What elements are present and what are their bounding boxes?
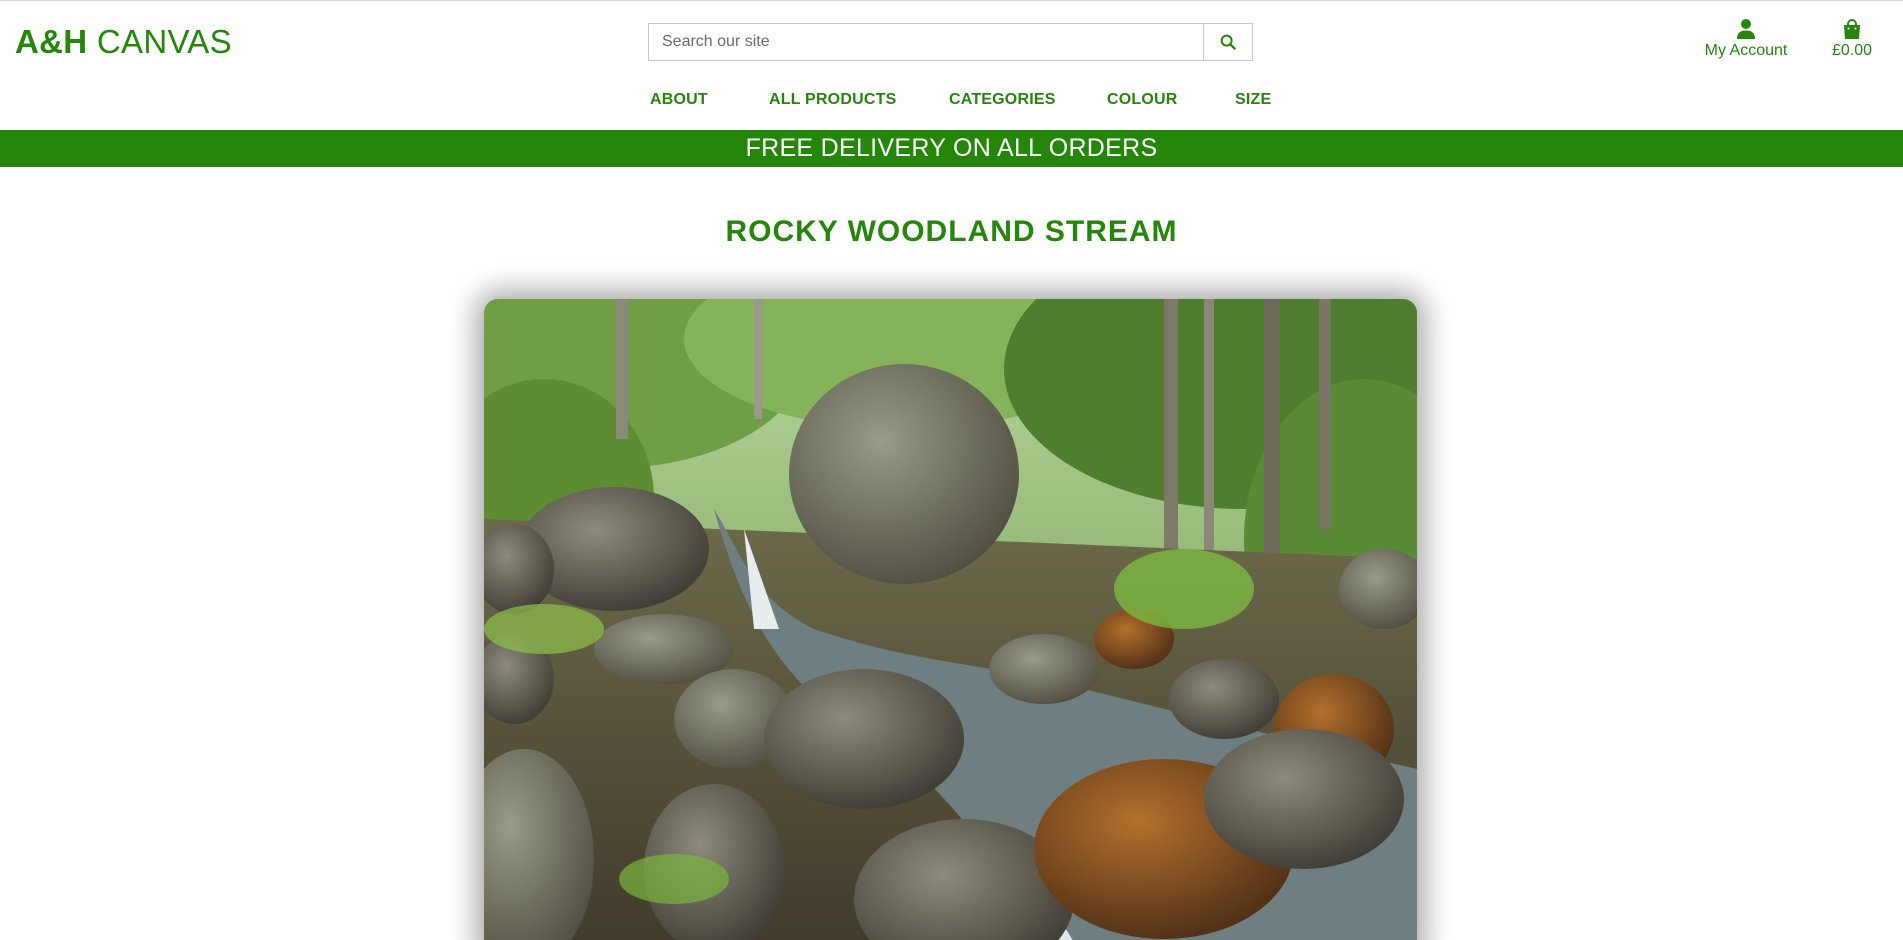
shopping-bag-link[interactable]: £0.00 [1822, 18, 1882, 60]
nav-colour[interactable]: COLOUR [1107, 91, 1178, 109]
magnifier-icon [1220, 34, 1236, 50]
product-image[interactable] [484, 299, 1417, 940]
my-account-link[interactable]: My Account [1698, 18, 1794, 60]
search-input[interactable] [649, 24, 1203, 60]
user-icon [1737, 19, 1755, 39]
nav-all-products[interactable]: ALL PRODUCTS [769, 91, 896, 109]
free-delivery-banner: FREE DELIVERY ON ALL ORDERS [0, 130, 1903, 167]
nav-size[interactable]: SIZE [1235, 91, 1271, 109]
product-title: ROCKY WOODLAND STREAM [725, 215, 1178, 248]
search-button[interactable] [1203, 24, 1252, 60]
main-nav: ABOUT ALL PRODUCTS CATEGORIES COLOUR SIZ… [0, 91, 1903, 115]
shopping-bag-icon [1844, 19, 1860, 39]
site-header: A&H CANVAS My Account [0, 1, 1903, 129]
search-form [648, 23, 1253, 61]
logo-light-text: CANVAS [96, 23, 232, 60]
site-logo[interactable]: A&H CANVAS [15, 21, 232, 63]
my-account-label: My Account [1704, 42, 1788, 59]
product-photo [484, 299, 1417, 940]
bag-total: £0.00 [1831, 42, 1873, 59]
logo-strong-text: A&H [15, 23, 88, 60]
page: A&H CANVAS My Account [0, 0, 1903, 940]
nav-about[interactable]: ABOUT [650, 91, 708, 109]
nav-categories[interactable]: CATEGORIES [949, 91, 1056, 109]
